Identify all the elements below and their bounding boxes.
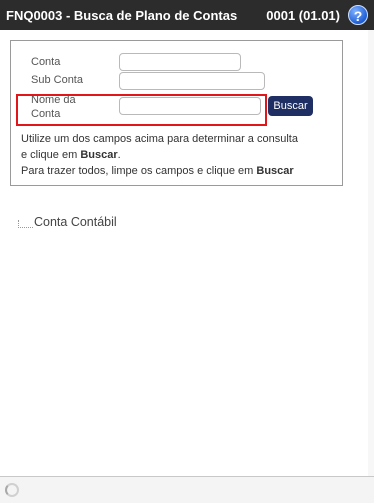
nome-label-line1: Nome da: [31, 94, 76, 106]
window-title: FNQ0003 - Busca de Plano de Contas: [6, 8, 238, 23]
title-bar: FNQ0003 - Busca de Plano de Contas 0001 …: [0, 0, 374, 30]
account-tree: Conta Contábil: [18, 215, 117, 229]
nome-label-line2: Conta: [31, 108, 61, 120]
help-text: Utilize um dos campos acima para determi…: [21, 131, 351, 179]
help-line-1: Utilize um dos campos acima para determi…: [21, 133, 298, 145]
help-line-2: e clique em Buscar.: [21, 149, 121, 161]
help-line-3-bold: Buscar: [256, 165, 294, 177]
tree-connector-icon: [18, 220, 33, 228]
search-panel: Conta Sub Conta Nome da Conta Buscar Uti…: [10, 40, 343, 186]
company-code: 0001 (01.01): [266, 8, 340, 23]
subconta-label: Sub Conta: [31, 74, 83, 86]
search-button[interactable]: Buscar: [268, 96, 313, 116]
help-icon[interactable]: ?: [348, 5, 368, 25]
loading-spinner-icon: [5, 483, 19, 497]
status-bar: [0, 476, 374, 503]
nome-conta-input[interactable]: [119, 97, 261, 115]
help-line-2-bold: Buscar: [80, 149, 118, 161]
scrollbar-track: [368, 30, 374, 476]
help-line-3: Para trazer todos, limpe os campos e cli…: [21, 165, 294, 177]
conta-label: Conta: [31, 56, 61, 68]
subconta-input[interactable]: [119, 72, 265, 90]
tree-root-item[interactable]: Conta Contábil: [34, 215, 117, 229]
conta-input[interactable]: [119, 53, 241, 71]
